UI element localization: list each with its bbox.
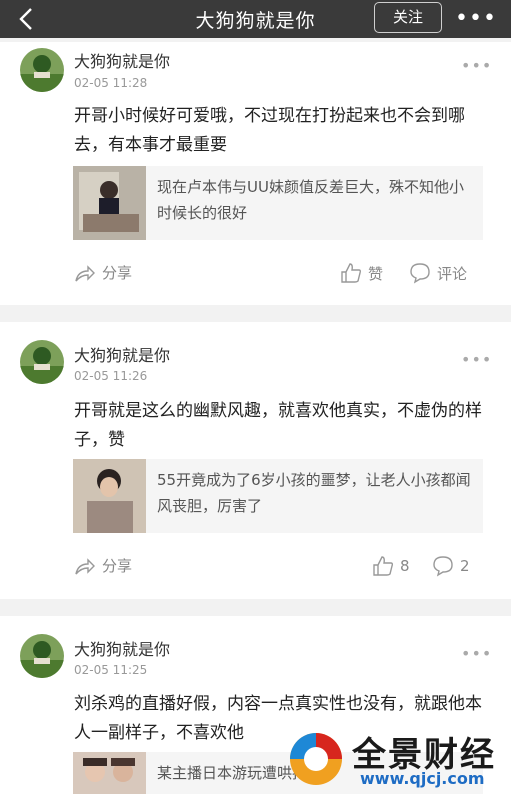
more-icon[interactable]: ••• (461, 350, 492, 369)
quoted-article[interactable]: 55开竟成为了6岁小孩的噩梦，让老人小孩都闻风丧胆，厉害了 (73, 459, 483, 533)
comment-text: 开哥小时候好可爱哦，不过现在打扮起来也不会到哪去，有本事才最重要 (74, 106, 465, 155)
like-button[interactable]: 8 (372, 555, 410, 577)
logo-icon (290, 733, 342, 785)
user-name[interactable]: 大狗狗就是你 (74, 636, 170, 660)
comment-button[interactable]: 2 (432, 555, 470, 577)
post-time: 02-05 11:28 (74, 76, 148, 90)
top-bar: 大狗狗就是你 关注 ••• (0, 0, 511, 38)
article-thumbnail (73, 752, 146, 794)
avatar[interactable] (20, 634, 64, 678)
more-icon[interactable]: ••• (461, 644, 492, 663)
post-time: 02-05 11:26 (74, 369, 148, 383)
comment-icon (410, 263, 430, 284)
follow-button[interactable]: 关注 (374, 2, 442, 33)
comment-icon (433, 556, 453, 577)
share-icon (75, 264, 95, 281)
article-thumbnail (73, 166, 146, 240)
share-label: 分享 (102, 557, 133, 575)
article-title: 55开竟成为了6岁小孩的噩梦，让老人小孩都闻风丧胆，厉害了 (157, 471, 471, 515)
quoted-article[interactable]: 现在卢本伟与UU妹颜值反差巨大，殊不知他小时候长的很好 (73, 166, 483, 240)
comment-card: 大狗狗就是你 02-05 11:26 ••• 开哥就是这么的幽默风趣，就喜欢他真… (0, 322, 511, 599)
share-label: 分享 (102, 264, 133, 282)
post-time: 02-05 11:25 (74, 663, 148, 677)
like-button[interactable]: 赞 (340, 262, 383, 284)
user-name[interactable]: 大狗狗就是你 (74, 342, 170, 366)
thumbs-up-icon (373, 556, 394, 576)
comment-text: 开哥就是这么的幽默风趣，就喜欢他真实，不虚伪的样子，赞 (74, 401, 482, 450)
avatar[interactable] (20, 340, 64, 384)
back-arrow-icon[interactable] (14, 6, 40, 32)
share-button[interactable]: 分享 (74, 262, 132, 283)
thumbs-up-icon (341, 263, 362, 283)
share-button[interactable]: 分享 (74, 555, 132, 576)
article-thumbnail (73, 459, 146, 533)
comment-label: 评论 (437, 264, 468, 283)
avatar[interactable] (20, 48, 64, 92)
watermark: 全景财经 www.qjcj.com (286, 727, 508, 791)
comment-card: 大狗狗就是你 02-05 11:28 ••• 开哥小时候好可爱哦，不过现在打扮起… (0, 42, 511, 305)
like-label: 赞 (368, 264, 384, 283)
like-count: 8 (400, 557, 410, 575)
share-icon (75, 557, 95, 574)
comment-button[interactable]: 评论 (409, 262, 467, 284)
user-name[interactable]: 大狗狗就是你 (74, 48, 170, 72)
watermark-url: www.qjcj.com (360, 769, 485, 788)
more-options-button[interactable]: ••• (455, 6, 497, 31)
article-title: 现在卢本伟与UU妹颜值反差巨大，殊不知他小时候长的很好 (157, 178, 464, 222)
more-icon[interactable]: ••• (461, 56, 492, 75)
comment-count: 2 (460, 557, 470, 575)
